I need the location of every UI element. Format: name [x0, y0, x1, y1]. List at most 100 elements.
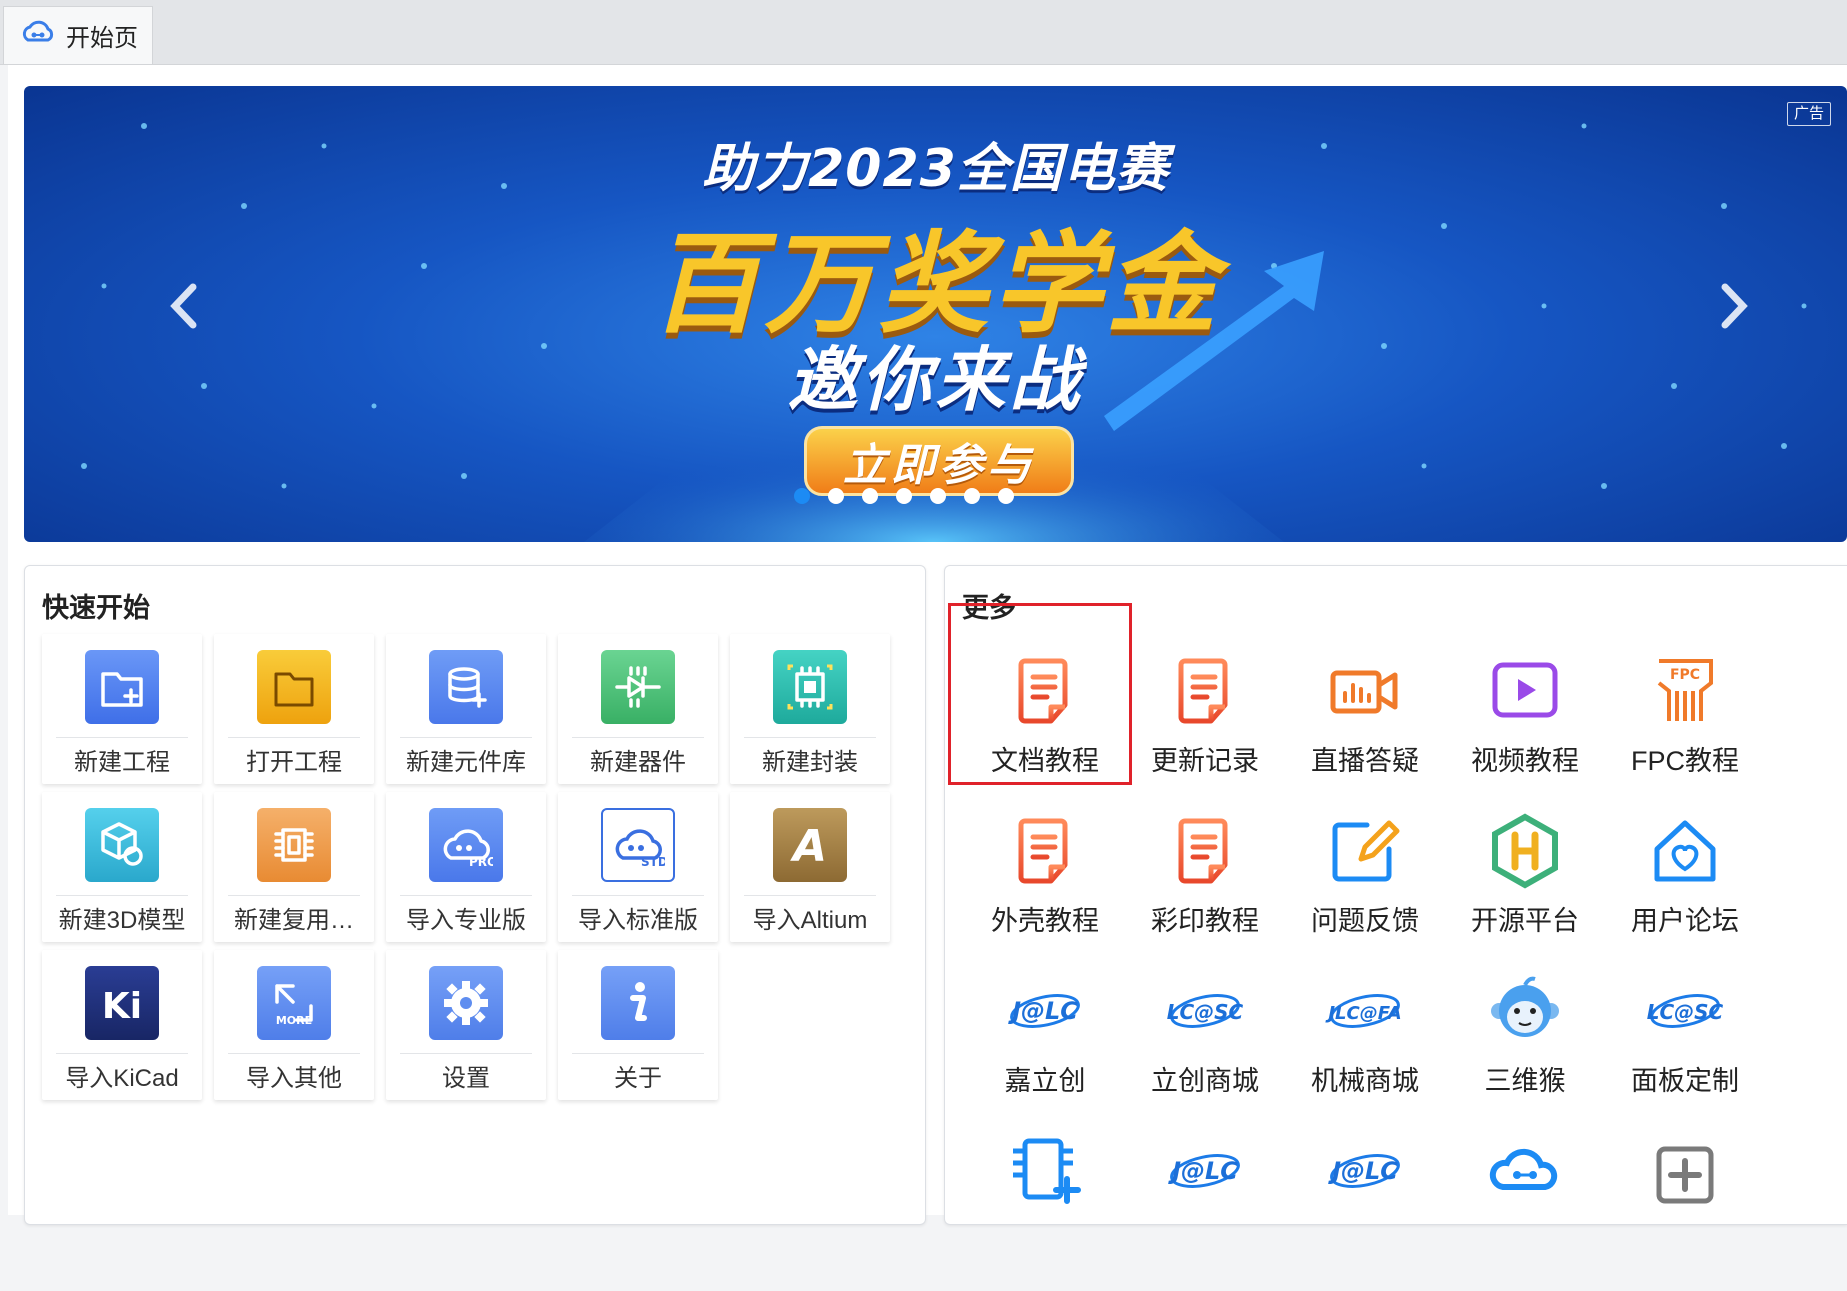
- user-forum-icon: [1645, 811, 1725, 891]
- more-item[interactable]: 外壳教程: [965, 811, 1125, 971]
- more-item-label: FPC教程: [1631, 746, 1739, 776]
- quick-start-item[interactable]: MORE 导入其他: [214, 950, 374, 1100]
- svg-text:A: A: [790, 821, 827, 872]
- quick-start-title: 快速开始: [42, 593, 150, 623]
- more-item[interactable]: LC@SC 面板定制: [1605, 971, 1765, 1131]
- more-item[interactable]: J@LC: [1285, 1131, 1445, 1291]
- quick-start-item[interactable]: PRO 导入专业版: [386, 792, 546, 942]
- tab-label: 开始页: [66, 25, 138, 52]
- carousel-dot[interactable]: [964, 488, 980, 504]
- enclosure-tutorial-icon: [1005, 811, 1085, 891]
- quick-start-item[interactable]: 新建器件: [558, 634, 718, 784]
- svg-text:JLC@FA: JLC@FA: [1325, 1003, 1401, 1024]
- carousel-dot[interactable]: [794, 488, 810, 504]
- more-item-label: 问题反馈: [1311, 906, 1419, 936]
- quick-start-item[interactable]: 设置: [386, 950, 546, 1100]
- more-item[interactable]: FPC FPC教程: [1605, 651, 1765, 811]
- divider: [744, 895, 876, 896]
- svg-text:J@LC: J@LC: [1168, 1157, 1238, 1185]
- more-item[interactable]: 彩印教程: [1125, 811, 1285, 971]
- quick-start-item[interactable]: 新建3D模型: [42, 792, 202, 942]
- quick-start-item-label: 新建封装: [762, 749, 858, 776]
- more-item[interactable]: 用户论坛: [1605, 811, 1765, 971]
- more-item[interactable]: 更新记录: [1125, 651, 1285, 811]
- more-item-label: 立创商城: [1151, 1066, 1259, 1096]
- more-item[interactable]: 开源平台: [1445, 811, 1605, 971]
- quick-start-item[interactable]: 关于: [558, 950, 718, 1100]
- feedback-edit-icon: [1325, 811, 1405, 891]
- more-item-label: 三维猴: [1484, 1066, 1566, 1096]
- quick-start-item[interactable]: 新建工程: [42, 634, 202, 784]
- ad-tag: 广告: [1786, 102, 1831, 126]
- quick-start-item[interactable]: 新建封装: [730, 634, 890, 784]
- join-now-button[interactable]: 立即参与: [804, 426, 1074, 496]
- carousel-dot[interactable]: [930, 488, 946, 504]
- more-item-label: 更新记录: [1151, 746, 1259, 776]
- live-qa-icon: [1325, 651, 1405, 731]
- more-item[interactable]: JLC@FA 机械商城: [1285, 971, 1445, 1131]
- more-item[interactable]: [1605, 1131, 1765, 1291]
- new-library-icon: [429, 650, 503, 724]
- more-item[interactable]: 问题反馈: [1285, 811, 1445, 971]
- more-item[interactable]: [965, 1131, 1125, 1291]
- svg-text:STD: STD: [641, 855, 665, 869]
- more-title: 更多: [962, 593, 1016, 623]
- more-item[interactable]: J@LC: [1125, 1131, 1285, 1291]
- carousel-dot[interactable]: [828, 488, 844, 504]
- settings-gear-icon: [429, 966, 503, 1040]
- new-3d-model-icon: [85, 808, 159, 882]
- document-tutorial-icon: [1005, 651, 1085, 731]
- divider: [228, 1053, 360, 1054]
- more-item-label: 彩印教程: [1151, 906, 1259, 936]
- quick-start-panel: 快速开始 新建工程 打开工程 新建元件库 新建器件 新建封装 新建3D模型 新建…: [24, 565, 926, 1225]
- quick-start-item-label: 关于: [614, 1065, 662, 1092]
- update-log-icon: [1165, 651, 1245, 731]
- promo-banner[interactable]: 广告 助力2023全国电赛 百万奖学金 邀你来战 立即参与: [24, 86, 1847, 542]
- divider: [744, 737, 876, 738]
- svg-text:J@LC: J@LC: [1328, 1157, 1398, 1185]
- fpc-tutorial-icon: FPC: [1645, 651, 1725, 731]
- quick-start-item[interactable]: STD 导入标准版: [558, 792, 718, 942]
- about-info-icon: [601, 966, 675, 1040]
- carousel-dot[interactable]: [896, 488, 912, 504]
- new-project-icon: [85, 650, 159, 724]
- more-item[interactable]: 直播答疑: [1285, 651, 1445, 811]
- more-item[interactable]: LC@SC 立创商城: [1125, 971, 1285, 1131]
- quick-start-item[interactable]: 新建元件库: [386, 634, 546, 784]
- divider: [400, 1053, 532, 1054]
- carousel-dot[interactable]: [998, 488, 1014, 504]
- carousel-next-button[interactable]: [1704, 266, 1764, 346]
- carousel-dot[interactable]: [862, 488, 878, 504]
- import-std-icon: STD: [601, 808, 675, 882]
- more-item-label: 外壳教程: [991, 906, 1099, 936]
- more-item[interactable]: 三维猴: [1445, 971, 1605, 1131]
- open-source-platform-icon: [1485, 811, 1565, 891]
- chip-add-icon: [1005, 1131, 1085, 1211]
- divider: [572, 1053, 704, 1054]
- import-pro-icon: PRO: [429, 808, 503, 882]
- quick-start-item[interactable]: 打开工程: [214, 634, 374, 784]
- quick-start-grid: 新建工程 打开工程 新建元件库 新建器件 新建封装 新建3D模型 新建复用… P…: [42, 634, 890, 1100]
- more-item[interactable]: J@LC 嘉立创: [965, 971, 1125, 1131]
- more-item[interactable]: 文档教程: [965, 651, 1125, 811]
- more-item[interactable]: [1445, 1131, 1605, 1291]
- cloud-link-icon: [1485, 1131, 1565, 1211]
- lcsc-logo-icon: LC@SC: [1165, 971, 1245, 1051]
- chevron-left-icon: [170, 283, 197, 329]
- add-box-icon: [1645, 1131, 1725, 1211]
- quick-start-item[interactable]: Ki 导入KiCad: [42, 950, 202, 1100]
- quick-start-item[interactable]: A 导入Altium: [730, 792, 890, 942]
- quick-start-item-label: 新建工程: [74, 749, 170, 776]
- jlc-logo-icon: J@LC: [1325, 1131, 1405, 1211]
- quick-start-item-label: 新建3D模型: [58, 907, 186, 934]
- svg-text:FPC: FPC: [1670, 667, 1700, 683]
- quick-start-item[interactable]: 新建复用…: [214, 792, 374, 942]
- tab-start-page[interactable]: 开始页: [3, 6, 153, 64]
- more-item[interactable]: 视频教程: [1445, 651, 1605, 811]
- more-item-label: 文档教程: [991, 746, 1099, 776]
- more-item-label: 用户论坛: [1631, 906, 1739, 936]
- carousel-prev-button[interactable]: [154, 266, 214, 346]
- svg-text:J@LC: J@LC: [1008, 997, 1078, 1025]
- more-item-label: 开源平台: [1471, 906, 1579, 936]
- jlc-logo-icon: J@LC: [1005, 971, 1085, 1051]
